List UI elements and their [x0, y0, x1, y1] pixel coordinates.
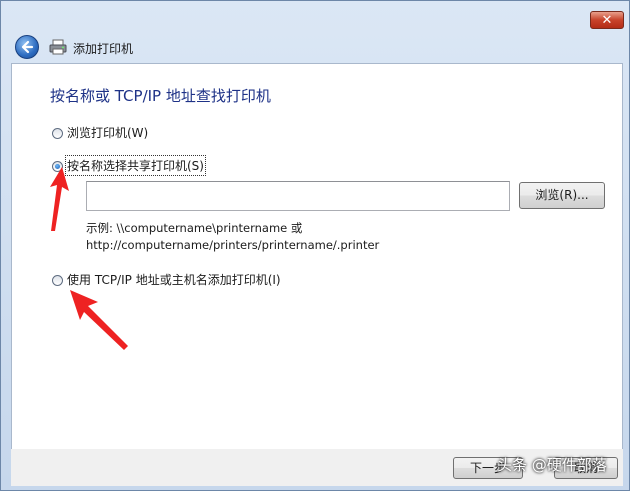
radio-browse-printer[interactable] [52, 128, 63, 139]
dialog-toolbar: 添加打印机 [11, 31, 623, 63]
watermark: 头条 @硬件部落 [497, 456, 607, 474]
radio-select-shared-printer-label[interactable]: 按名称选择共享打印机(S) [65, 155, 206, 176]
shared-printer-name-input[interactable] [86, 181, 510, 211]
radio-browse-printer-label[interactable]: 浏览打印机(W) [67, 124, 148, 141]
annotation-arrow-up [50, 167, 69, 231]
browse-button[interactable]: 浏览(R)... [519, 182, 605, 209]
printer-icon [49, 39, 67, 55]
annotation-arrow-diagonal [70, 290, 128, 350]
example-text: 示例: \\computername\printername 或 http://… [86, 220, 379, 254]
back-button[interactable] [15, 35, 39, 59]
back-arrow-icon [21, 40, 34, 54]
dialog-content: 按名称或 TCP/IP 地址查找打印机 浏览打印机(W) 按名称选择共享打印机(… [11, 63, 623, 449]
close-icon: ✕ [601, 13, 613, 28]
example-line-1: 示例: \\computername\printername 或 [86, 221, 303, 235]
example-line-2: http://computername/printers/printername… [86, 238, 380, 252]
add-printer-dialog: ✕ 添加打印机 按名称或 TCP/IP 地址查找打印机 浏览打印机(W) 按名称… [0, 0, 630, 491]
window-title: 添加打印机 [73, 42, 134, 56]
radio-tcpip-hostname[interactable] [52, 275, 63, 286]
close-button[interactable]: ✕ [590, 11, 624, 29]
page-heading: 按名称或 TCP/IP 地址查找打印机 [50, 87, 271, 105]
